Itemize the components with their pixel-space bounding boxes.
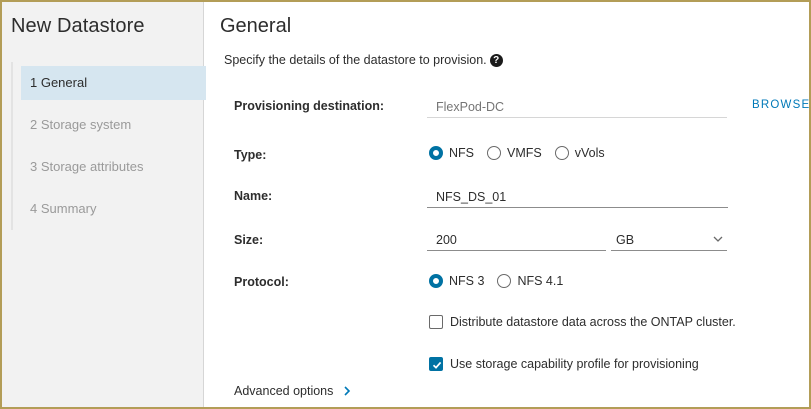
- protocol-radio-group: NFS 3 NFS 4.1: [429, 274, 576, 288]
- wizard-title: New Datastore: [11, 15, 145, 37]
- type-radio-nfs-label: NFS: [449, 146, 474, 160]
- radio-unchecked-icon: [554, 146, 569, 160]
- step-general[interactable]: 1 General: [21, 66, 206, 100]
- wizard-dialog: New Datastore 1 General 2 Storage system…: [0, 0, 811, 409]
- step-storage-attributes: 3 Storage attributes: [30, 159, 144, 174]
- protocol-radio-nfs41[interactable]: NFS 4.1: [497, 274, 563, 288]
- size-unit-value: GB: [616, 233, 635, 247]
- provisioning-destination-label: Provisioning destination:: [234, 99, 385, 113]
- radio-unchecked-icon: [487, 146, 501, 160]
- step-storage-system: 2 Storage system: [30, 117, 132, 132]
- checkbox-checked-icon: [429, 357, 443, 371]
- checkbox-unchecked-icon: [429, 315, 443, 329]
- type-radio-vvols-label: vVols: [574, 146, 605, 160]
- chevron-down-icon: [713, 236, 723, 242]
- help-icon[interactable]: ?: [489, 53, 503, 67]
- intro-text: Specify the details of the datastore to …: [224, 53, 503, 67]
- capability-profile-checkbox-label: Use storage capability profile for provi…: [450, 357, 699, 371]
- wizard-steps: 1 General 2 Storage system 3 Storage att…: [11, 62, 206, 230]
- size-label: Size:: [234, 233, 264, 247]
- step-summary: 4 Summary: [30, 201, 97, 216]
- size-input[interactable]: [427, 229, 606, 251]
- protocol-label: Protocol:: [234, 275, 289, 289]
- type-radio-vmfs-label: VMFS: [507, 146, 542, 160]
- protocol-radio-nfs3[interactable]: NFS 3: [429, 274, 484, 288]
- type-radio-vmfs[interactable]: VMFS: [487, 146, 542, 160]
- page-title: General: [220, 15, 292, 37]
- distribute-checkbox-label: Distribute datastore data across the ONT…: [450, 315, 736, 329]
- type-radio-group: NFS VMFS vVols: [429, 146, 618, 160]
- checkmark-icon: [432, 361, 442, 369]
- radio-checked-icon: [429, 146, 443, 160]
- name-input[interactable]: [427, 186, 728, 208]
- radio-unchecked-icon: [497, 274, 512, 288]
- wizard-content: General Specify the details of the datas…: [205, 2, 809, 407]
- radio-checked-icon: [429, 274, 443, 288]
- advanced-options-toggle[interactable]: Advanced options: [234, 384, 351, 398]
- size-unit-select[interactable]: GB: [611, 229, 727, 251]
- protocol-radio-nfs41-label: NFS 4.1: [517, 274, 564, 288]
- name-label: Name:: [234, 189, 273, 203]
- type-radio-nfs[interactable]: NFS: [429, 146, 474, 160]
- distribute-checkbox[interactable]: Distribute datastore data across the ONT…: [429, 315, 736, 329]
- advanced-options-label: Advanced options: [234, 384, 334, 398]
- provisioning-destination-input[interactable]: [427, 96, 727, 118]
- browse-button[interactable]: BROWSE: [752, 99, 810, 111]
- type-radio-vvols[interactable]: vVols: [554, 146, 605, 160]
- protocol-radio-nfs3-label: NFS 3: [449, 274, 485, 288]
- chevron-right-icon: [344, 386, 351, 396]
- wizard-sidebar: New Datastore 1 General 2 Storage system…: [2, 2, 206, 407]
- intro-label: Specify the details of the datastore to …: [224, 53, 487, 67]
- type-label: Type:: [234, 148, 267, 162]
- capability-profile-checkbox[interactable]: Use storage capability profile for provi…: [429, 357, 699, 371]
